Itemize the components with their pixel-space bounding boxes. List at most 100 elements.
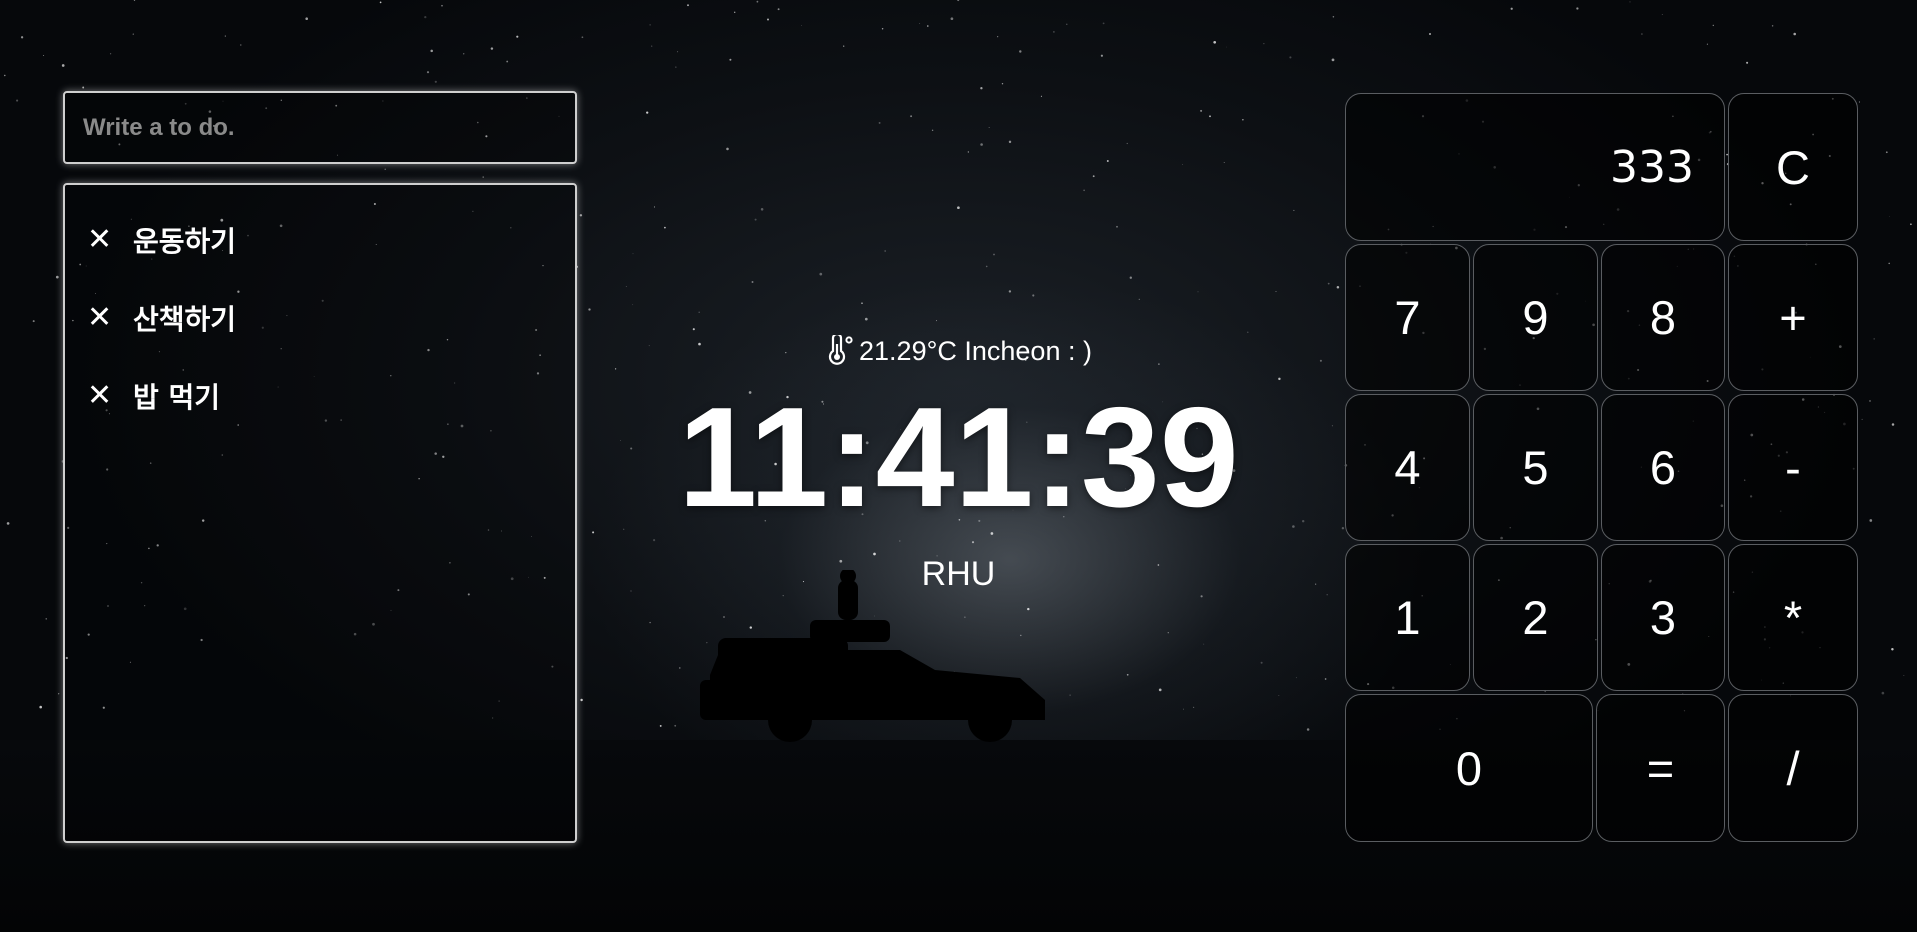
star [1008,290,1012,293]
star [1324,678,1327,680]
star [1641,33,1643,35]
minus-button[interactable]: - [1728,394,1858,541]
star [1706,43,1708,45]
star [1858,101,1860,103]
star [45,618,47,620]
star [1771,25,1774,27]
star [734,11,736,13]
star [1306,728,1310,731]
star [957,0,960,2]
star [1278,695,1280,696]
star [1129,276,1132,279]
star [1032,294,1035,297]
key-2-button[interactable]: 2 [1473,544,1598,691]
star [1260,661,1263,664]
todo-input[interactable] [63,91,577,164]
star [1881,691,1885,695]
star [1182,163,1184,165]
star [651,45,653,47]
star [426,71,430,74]
star [910,115,913,118]
star [1888,262,1890,265]
clear-button[interactable]: C [1728,93,1858,241]
key-9-button[interactable]: 9 [1473,244,1598,391]
star [132,33,134,35]
star [777,8,780,11]
star [1203,643,1205,645]
star [993,253,995,256]
key-8-button[interactable]: 8 [1601,244,1725,391]
star [1069,694,1071,696]
star [1429,33,1431,35]
star [1336,285,1340,289]
car-silhouette [700,570,1045,742]
key-4-button[interactable]: 4 [1345,394,1470,541]
star [653,539,656,542]
equals-button[interactable]: = [1596,694,1725,842]
star [971,541,975,544]
star [649,621,651,624]
star [1275,290,1277,292]
star [679,667,681,669]
star [878,121,881,124]
star [1327,282,1330,285]
delete-todo-button[interactable]: ✕ [87,303,117,333]
key-3-button[interactable]: 3 [1601,544,1725,691]
key-5-button[interactable]: 5 [1473,394,1598,541]
star [801,25,803,26]
star [1138,298,1140,301]
star [1126,142,1128,145]
star [1192,706,1195,709]
star [39,705,42,709]
key-7-button[interactable]: 7 [1345,244,1470,391]
star [1100,54,1103,57]
star [1510,7,1513,10]
star [506,60,509,63]
star [32,320,35,323]
star [1263,43,1265,45]
star [843,45,845,47]
star [659,724,662,727]
star [1053,31,1055,33]
star [1066,23,1068,25]
plus-button[interactable]: + [1728,244,1858,391]
star [980,87,983,90]
star [1576,7,1579,10]
key-1-button[interactable]: 1 [1345,544,1470,691]
multiply-button[interactable]: * [1728,544,1858,691]
star [957,206,960,210]
calculator-display: 333 [1345,93,1725,241]
star [625,286,627,287]
todo-text: 운동하기 [133,225,237,258]
star [1083,189,1085,192]
star [1326,593,1328,596]
thermometer-icon [828,335,853,365]
star [756,0,759,3]
star [980,143,983,146]
delete-todo-button[interactable]: ✕ [87,225,117,255]
star [1889,215,1890,217]
star [726,147,729,151]
star [950,17,954,21]
star [760,208,764,211]
star [653,206,656,208]
star [1223,162,1225,163]
star [430,49,433,53]
todo-item: ✕ 운동하기 [87,217,575,263]
star [861,302,863,304]
star [675,66,677,68]
star [1158,688,1162,692]
star [1197,291,1199,293]
star [931,129,934,132]
star [1332,15,1335,18]
key-6-button[interactable]: 6 [1601,394,1725,541]
star [927,25,929,27]
divide-button[interactable]: / [1728,694,1858,842]
star [1209,115,1211,118]
star [1106,160,1109,162]
key-0-button[interactable]: 0 [1345,694,1593,842]
star [516,35,519,38]
star [579,214,583,217]
star [1040,95,1042,97]
star [1891,647,1894,651]
